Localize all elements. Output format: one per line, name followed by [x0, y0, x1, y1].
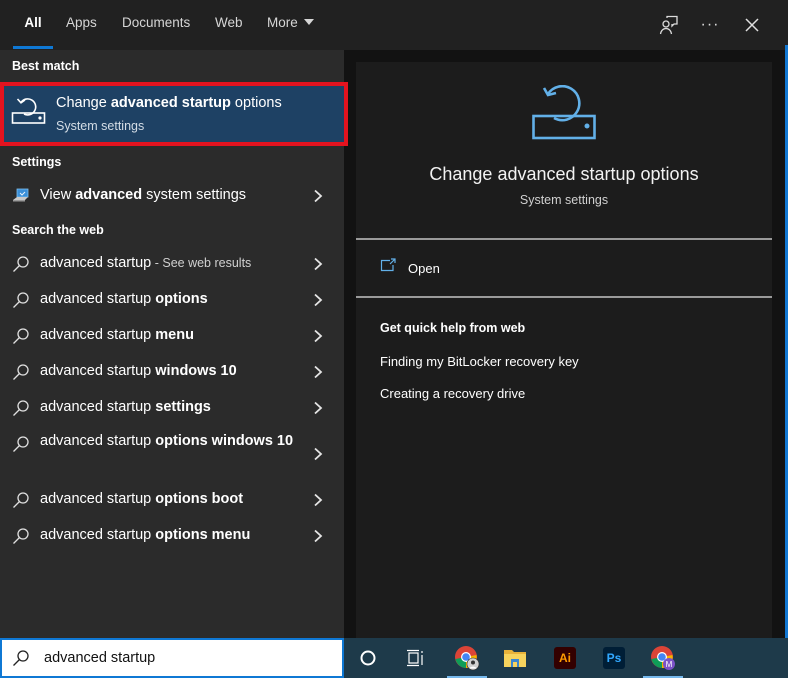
web-suggestion-label: advanced startup options windows 10 [40, 433, 294, 449]
divider [356, 296, 772, 298]
open-button[interactable]: Open [356, 240, 772, 296]
help-link-recovery-drive[interactable]: Creating a recovery drive [380, 386, 525, 401]
file-explorer-icon [504, 650, 526, 667]
search-icon [13, 650, 29, 666]
web-suggestion-item[interactable]: advanced startup options windows 10 [0, 426, 344, 482]
preview-title: Change advanced startup options [429, 164, 699, 184]
chevron-right-icon [314, 189, 323, 203]
best-match-header: Best match [12, 59, 80, 73]
chevron-right-icon [314, 493, 323, 507]
close-button[interactable] [739, 12, 765, 38]
chevron-right-icon [314, 257, 323, 271]
more-options-icon: ··· [700, 16, 720, 33]
tab-more[interactable]: More [267, 0, 314, 50]
web-suggestion-label: advanced startup options menu [40, 527, 251, 543]
web-suggestion-item[interactable]: advanced startup options menu [0, 518, 344, 554]
search-icon [13, 492, 29, 508]
startup-recovery-icon-large [532, 85, 596, 140]
preview-pane: Change advanced startup options System s… [356, 62, 772, 638]
best-match-title: Change advanced startup options [56, 95, 282, 111]
taskbar-adobe-photoshop[interactable]: Ps [594, 638, 634, 678]
tab-more-label: More [267, 15, 298, 30]
taskbar: Ai Ps M [0, 638, 788, 678]
settings-item-label: View advanced system settings [40, 187, 247, 203]
web-suggestion-item[interactable]: advanced startup windows 10 [0, 354, 344, 390]
taskbar-chrome-profile-m[interactable]: M [643, 638, 683, 678]
chevron-right-icon [314, 401, 323, 415]
search-icon [13, 364, 29, 380]
adobe-photoshop-icon: Ps [603, 647, 625, 669]
search-icon [13, 400, 29, 416]
profile-badge: M [666, 660, 673, 669]
chevron-right-icon [314, 447, 323, 461]
web-suggestion-label: advanced startup menu [40, 327, 194, 343]
web-suggestion-label: advanced startup windows 10 [40, 363, 237, 379]
web-suggestion-item[interactable]: advanced startup - See web results [0, 246, 344, 282]
tab-all[interactable]: All [13, 0, 53, 50]
search-icon [13, 328, 29, 344]
caret-down-icon [303, 19, 314, 25]
search-filter-bar: All Apps Documents Web More ··· [0, 0, 788, 50]
more-options-button[interactable]: ··· [697, 12, 723, 38]
chevron-right-icon [314, 529, 323, 543]
computer-settings-icon [13, 188, 29, 202]
settings-header: Settings [12, 155, 62, 169]
results-pane: Best match Change advanced startup optio… [0, 50, 348, 638]
web-suggestion-label: advanced startup options [40, 291, 208, 307]
chevron-right-icon [314, 293, 323, 307]
search-icon [13, 528, 29, 544]
open-label: Open [408, 261, 440, 276]
preview-subtitle: System settings [519, 193, 609, 207]
search-input[interactable] [44, 646, 334, 670]
web-suggestion-item[interactable]: advanced startup menu [0, 318, 344, 354]
cortana-button[interactable] [348, 638, 388, 678]
taskbar-chrome-profile-1[interactable] [447, 638, 487, 678]
feedback-icon [659, 15, 678, 35]
open-external-icon [380, 258, 396, 272]
close-icon [745, 18, 759, 32]
taskbar-search-box[interactable] [0, 638, 344, 678]
chrome-icon [455, 646, 480, 671]
taskbar-adobe-illustrator[interactable]: Ai [545, 638, 585, 678]
task-view-icon [407, 649, 423, 667]
web-suggestion-item[interactable]: advanced startup options [0, 282, 344, 318]
best-match-subtitle: System settings [56, 119, 145, 133]
tab-documents[interactable]: Documents [122, 0, 190, 50]
task-view-button[interactable] [396, 638, 436, 678]
adobe-illustrator-icon: Ai [554, 647, 576, 669]
search-web-header: Search the web [12, 223, 104, 237]
chevron-right-icon [314, 365, 323, 379]
taskbar-file-explorer[interactable] [495, 638, 535, 678]
web-suggestion-item[interactable]: advanced startup settings [0, 390, 344, 426]
feedback-button[interactable] [656, 12, 682, 38]
search-icon [13, 292, 29, 308]
tab-apps[interactable]: Apps [66, 0, 97, 50]
settings-item-view-advanced-system-settings[interactable]: View advanced system settings [0, 178, 344, 214]
chevron-right-icon [314, 329, 323, 343]
quick-help-header: Get quick help from web [380, 321, 526, 335]
web-suggestion-label: advanced startup options boot [40, 491, 244, 507]
web-suggestion-item[interactable]: advanced startup options boot [0, 482, 344, 518]
search-icon [13, 256, 29, 272]
web-suggestion-label: advanced startup settings [40, 399, 211, 415]
web-suggestion-label: advanced startup - See web results [40, 255, 252, 271]
best-match-item[interactable]: Change advanced startup options System s… [0, 82, 348, 146]
startup-recovery-icon [11, 98, 46, 124]
cortana-icon [360, 650, 376, 666]
tab-web[interactable]: Web [215, 0, 243, 50]
help-link-bitlocker-key[interactable]: Finding my BitLocker recovery key [380, 354, 579, 369]
chrome-icon: M [651, 646, 675, 670]
search-icon [13, 436, 29, 452]
